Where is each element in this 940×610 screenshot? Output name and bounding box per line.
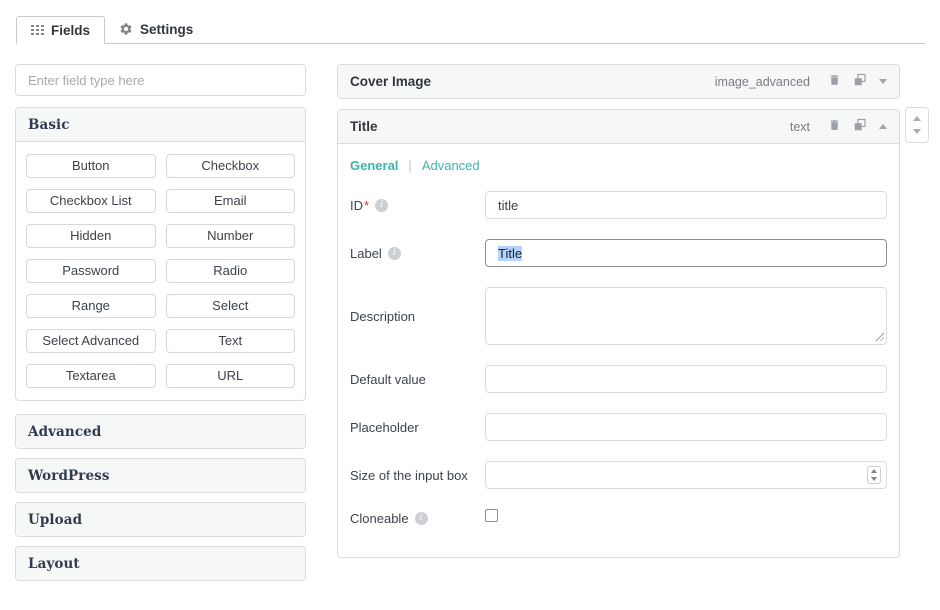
field-settings-body: General | Advanced ID* i	[338, 144, 899, 557]
form-row-default-value: Default value	[350, 365, 887, 393]
field-type-badge: text	[790, 120, 810, 134]
selected-text: Title	[498, 246, 522, 261]
section-basic-header[interactable]: Basic	[16, 108, 305, 142]
description-label: Description	[350, 309, 485, 324]
info-icon: i	[388, 247, 401, 260]
placeholder-input[interactable]	[485, 413, 887, 441]
grid-dots-icon	[31, 25, 44, 36]
duplicate-icon	[853, 118, 867, 135]
field-type-button[interactable]: Radio	[166, 259, 296, 283]
id-input[interactable]	[485, 191, 887, 219]
section-advanced: Advanced	[15, 414, 306, 449]
field-card-title-field: Title text	[337, 109, 900, 558]
form-row-cloneable: Cloneable i	[350, 509, 887, 527]
field-types-sidebar: Basic Button Checkbox Checkbox List Emai…	[15, 64, 306, 581]
form-row-placeholder: Placeholder	[350, 413, 887, 441]
duplicate-icon	[853, 73, 867, 90]
description-textarea[interactable]	[485, 287, 887, 345]
metabox-builder-app: Fields Settings Basic Button Checkbox Ch…	[0, 15, 940, 581]
tab-fields-label: Fields	[51, 23, 90, 38]
field-settings-tabs: General | Advanced	[350, 158, 887, 173]
field-type-button[interactable]: Email	[166, 189, 296, 213]
subtab-separator: |	[408, 158, 411, 173]
field-card-header[interactable]: Title text	[338, 110, 899, 144]
size-number-input[interactable]	[485, 461, 887, 489]
field-type-button[interactable]: Hidden	[26, 224, 156, 248]
cloneable-label: Cloneable i	[350, 511, 485, 526]
form-row-id: ID* i	[350, 191, 887, 219]
form-row-description: Description	[350, 287, 887, 345]
form-row-size: Size of the input box	[350, 461, 887, 489]
chevron-down-icon	[879, 79, 887, 84]
default-value-input[interactable]	[485, 365, 887, 393]
toggle-field-button[interactable]	[879, 79, 887, 84]
duplicate-field-button[interactable]	[853, 73, 867, 90]
stepper-down-icon[interactable]	[871, 477, 877, 481]
field-type-button[interactable]: Button	[26, 154, 156, 178]
field-card-title: Cover Image	[350, 74, 715, 89]
id-label: ID* i	[350, 198, 485, 213]
chevron-up-icon	[879, 124, 887, 129]
fields-editor: Cover Image image_advanced	[337, 64, 900, 558]
delete-field-button[interactable]	[828, 118, 841, 135]
field-reorder-control	[905, 107, 929, 143]
cloneable-checkbox[interactable]	[485, 509, 498, 522]
field-card-header[interactable]: Cover Image image_advanced	[338, 65, 899, 98]
form-row-label: Label i Title	[350, 239, 887, 267]
field-type-grid: Button Checkbox Checkbox List Email Hidd…	[16, 142, 305, 400]
number-stepper[interactable]	[867, 466, 881, 484]
move-field-up-button[interactable]	[913, 116, 921, 121]
field-type-button[interactable]: URL	[166, 364, 296, 388]
field-type-button[interactable]: Select Advanced	[26, 329, 156, 353]
tab-settings-label: Settings	[140, 22, 193, 37]
default-value-label: Default value	[350, 372, 485, 387]
delete-field-button[interactable]	[828, 73, 841, 90]
gear-icon	[119, 22, 133, 36]
field-type-button[interactable]: Range	[26, 294, 156, 318]
section-upload-header[interactable]: Upload	[16, 503, 305, 536]
tab-general[interactable]: General	[350, 158, 398, 173]
placeholder-label: Placeholder	[350, 420, 485, 435]
section-advanced-header[interactable]: Advanced	[16, 415, 305, 448]
section-upload: Upload	[15, 502, 306, 537]
tab-settings[interactable]: Settings	[105, 15, 207, 43]
field-card-title: Title	[350, 119, 790, 134]
label-input[interactable]: Title	[485, 239, 887, 267]
info-icon: i	[375, 199, 388, 212]
main-tab-bar: Fields Settings	[16, 15, 925, 44]
section-layout-header[interactable]: Layout	[16, 547, 305, 580]
stepper-up-icon[interactable]	[871, 469, 877, 473]
tab-advanced[interactable]: Advanced	[422, 158, 480, 173]
size-label: Size of the input box	[350, 468, 485, 483]
duplicate-field-button[interactable]	[853, 118, 867, 135]
field-type-button[interactable]: Password	[26, 259, 156, 283]
toggle-field-button[interactable]	[879, 124, 887, 129]
section-layout: Layout	[15, 546, 306, 581]
field-type-button[interactable]: Text	[166, 329, 296, 353]
trash-icon	[828, 73, 841, 90]
required-asterisk: *	[364, 198, 369, 213]
field-type-button[interactable]: Select	[166, 294, 296, 318]
section-wordpress-header[interactable]: WordPress	[16, 459, 305, 492]
field-type-search-input[interactable]	[15, 64, 306, 96]
field-card-cover-image: Cover Image image_advanced	[337, 64, 900, 99]
field-type-button[interactable]: Checkbox List	[26, 189, 156, 213]
info-icon: i	[415, 512, 428, 525]
section-wordpress: WordPress	[15, 458, 306, 493]
move-field-down-button[interactable]	[913, 129, 921, 134]
field-type-badge: image_advanced	[715, 75, 810, 89]
tab-fields[interactable]: Fields	[16, 16, 105, 44]
field-type-button[interactable]: Number	[166, 224, 296, 248]
field-type-button[interactable]: Textarea	[26, 364, 156, 388]
label-label: Label i	[350, 246, 485, 261]
field-type-button[interactable]: Checkbox	[166, 154, 296, 178]
section-basic: Basic Button Checkbox Checkbox List Emai…	[15, 107, 306, 401]
trash-icon	[828, 118, 841, 135]
